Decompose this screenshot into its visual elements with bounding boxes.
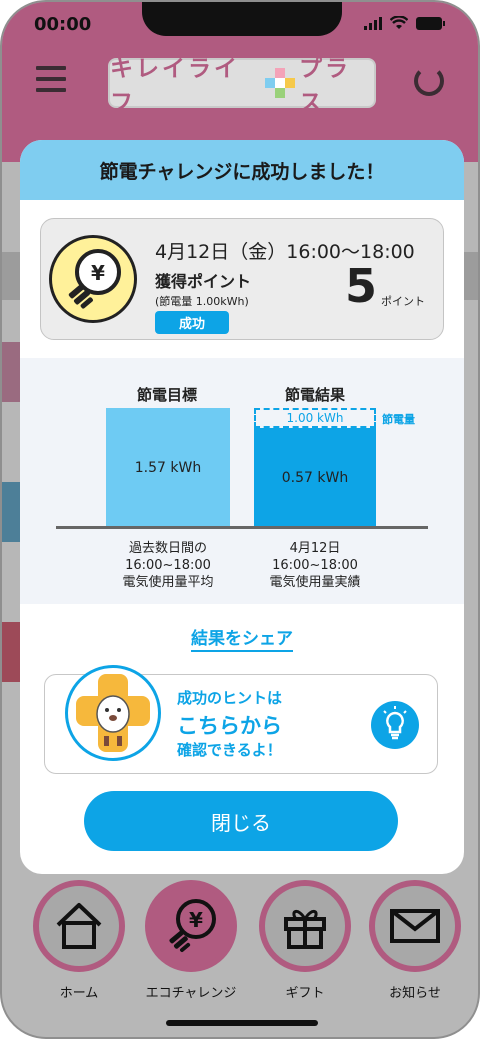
home-indicator[interactable]	[166, 1020, 318, 1026]
logo-text-right: プラス	[298, 56, 351, 116]
app-logo: キレイライフ プラス	[108, 56, 376, 116]
wifi-icon	[390, 16, 408, 29]
target-caption-line: 電気使用量平均	[122, 575, 214, 590]
modal-header: 節電チャレンジに成功しました！	[20, 140, 464, 200]
lightbulb-yen-icon: ¥	[169, 899, 216, 952]
home-nav-circle[interactable]	[33, 880, 125, 972]
refresh-icon[interactable]	[414, 66, 444, 96]
result-summary-card: ¥ 4月12日（金）16:00〜18:00 獲得ポイント (節電量 1.00kW…	[40, 218, 444, 340]
logo-text-left: キレイライフ	[110, 56, 240, 116]
result-bar-label: 0.57 kWh	[281, 470, 349, 486]
points-value: 5	[345, 259, 378, 313]
phone-frame: 00:00 キレイライフ プラス 節電チャレンジに成功しました！ ¥ 4月12日…	[0, 0, 480, 1039]
cellular-signal-icon	[364, 16, 382, 30]
target-bar: 1.57 kWh	[106, 408, 230, 528]
svg-text:¥: ¥	[189, 908, 203, 932]
saved-amount-label: 1.00 kWh	[286, 411, 344, 425]
success-modal: 節電チャレンジに成功しました！ ¥ 4月12日（金）16:00〜18:00 獲得…	[20, 140, 464, 874]
nav-item-eco-challenge[interactable]: ¥ エコチャレンジ	[136, 880, 246, 1001]
share-result-link[interactable]: 結果をシェア	[20, 624, 464, 652]
lightbulb-hint-icon	[371, 701, 419, 749]
saving-note: (節電量 1.00kWh)	[155, 295, 249, 308]
hint-line-3: 確認できるよ！	[177, 741, 282, 759]
result-bar: 0.57 kWh	[254, 428, 376, 528]
result-caption-line: 電気使用量実績	[269, 575, 361, 590]
nav-label-notice: お知らせ	[389, 986, 441, 1001]
envelope-icon	[390, 909, 440, 943]
target-heading: 節電目標	[136, 386, 197, 404]
share-result-label[interactable]: 結果をシェア	[191, 629, 293, 652]
nav-item-notice[interactable]: お知らせ	[360, 880, 470, 1001]
points-label: 獲得ポイント	[155, 272, 252, 291]
status-time: 00:00	[34, 14, 92, 35]
target-bar-label: 1.57 kWh	[134, 460, 202, 476]
device-notch	[142, 2, 342, 36]
modal-title: 節電チャレンジに成功しました！	[99, 160, 385, 183]
comparison-chart: 節電目標 節電結果 1.57 kWh 1.00 kWh 節電量 0.57 kWh…	[20, 358, 464, 604]
chart-baseline	[56, 526, 428, 529]
target-caption-line: 16:00~18:00	[125, 558, 211, 573]
nav-label-gift: ギフト	[285, 986, 325, 1001]
battery-icon	[416, 16, 445, 30]
gift-icon	[284, 910, 326, 949]
hint-line-1: 成功のヒントは	[177, 689, 283, 707]
nav-label-eco-challenge: エコチャレンジ	[145, 986, 237, 1001]
svg-text:¥: ¥	[91, 261, 105, 285]
success-hint-card[interactable]: 成功のヒントは こちらから 確認できるよ！	[44, 665, 438, 774]
result-heading: 節電結果	[284, 386, 345, 404]
notice-nav-circle[interactable]	[369, 880, 461, 972]
lightbulb-yen-icon: ¥	[49, 235, 137, 323]
target-caption: 過去数日間の 16:00~18:00 電気使用量平均	[93, 540, 243, 591]
close-button[interactable]: 閉じる	[84, 791, 398, 851]
nav-item-home[interactable]: ホーム	[24, 880, 134, 1001]
logo-cross-icon	[264, 68, 295, 98]
home-icon	[56, 903, 102, 949]
eco-challenge-nav-circle[interactable]: ¥	[145, 880, 237, 972]
result-caption-line: 4月12日	[289, 541, 341, 556]
saved-tag: 節電量	[382, 413, 415, 426]
nav-label-home: ホーム	[59, 986, 99, 1001]
mascot-character-icon	[65, 665, 161, 761]
points-unit: ポイント	[381, 295, 425, 308]
result-caption-line: 16:00~18:00	[272, 558, 358, 573]
saved-amount-box: 1.00 kWh	[254, 408, 376, 428]
gift-nav-circle[interactable]	[259, 880, 351, 972]
result-caption: 4月12日 16:00~18:00 電気使用量実績	[240, 540, 390, 591]
hint-line-2: こちらから	[177, 714, 282, 738]
status-icons	[364, 16, 445, 30]
status-badge: 成功	[155, 311, 229, 334]
nav-item-gift[interactable]: ギフト	[250, 880, 360, 1001]
menu-icon[interactable]	[36, 66, 66, 94]
target-caption-line: 過去数日間の	[128, 541, 207, 556]
